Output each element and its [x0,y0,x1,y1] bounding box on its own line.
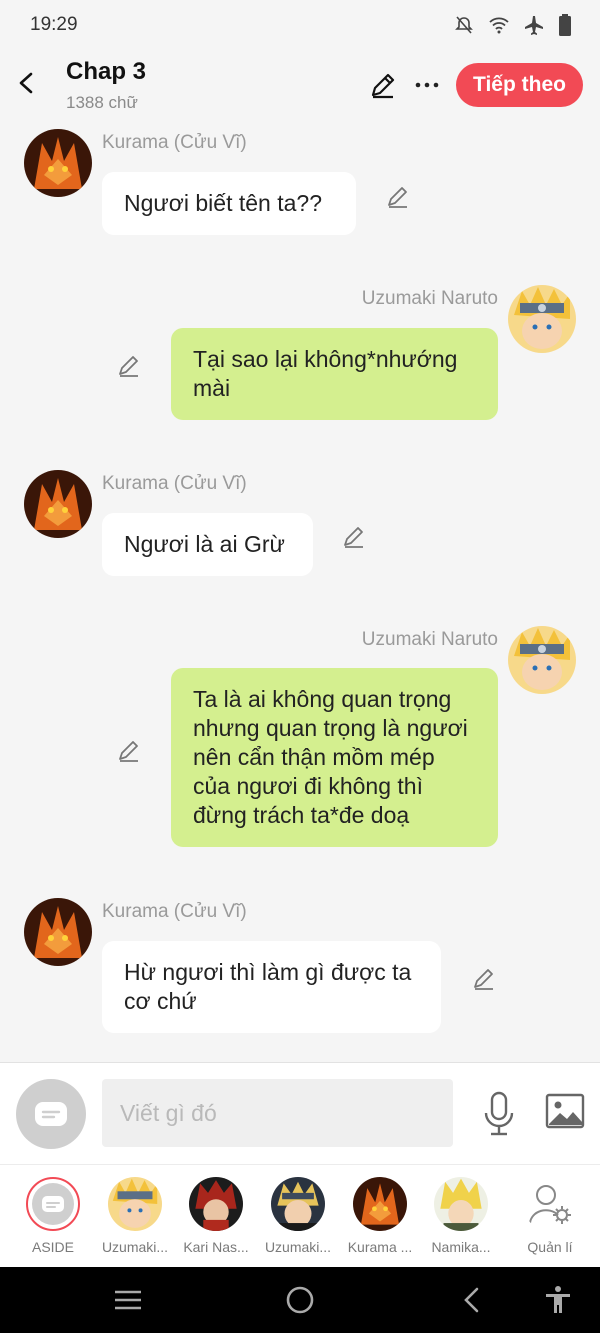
accessibility-icon [546,1286,570,1313]
image-upload-button[interactable] [545,1093,585,1133]
system-navigation-bar [0,1267,600,1333]
accessibility-button[interactable] [543,1285,573,1315]
character-bar: ASIDE Uzumaki... Kari Nas... Uzumaki... … [0,1164,600,1267]
sender-name: Uzumaki Naruto [361,288,498,309]
home-button[interactable] [285,1285,315,1315]
message-bubble[interactable]: Tại sao lại không*nhướng mài [171,328,498,420]
airplane-icon [525,16,543,35]
naruto-avatar [108,1177,162,1231]
battery-icon [559,14,571,36]
sender-name: Uzumaki Naruto [361,629,498,650]
microphone-button[interactable] [480,1091,518,1137]
character-label: Quản lí [527,1239,573,1255]
sender-name: Kurama (Cửu Vĩ) [102,132,247,153]
status-icons [454,14,572,36]
character-label: Uzumaki... [264,1239,332,1255]
character-label: ASIDE [31,1239,74,1255]
status-bar: 19:29 [0,0,600,48]
character-minato[interactable]: Namika... [421,1177,501,1255]
chat-area[interactable]: Kurama (Cửu Vĩ) Ngươi biết tên ta?? Uzum… [0,120,600,1062]
chevron-left-icon [19,72,33,94]
next-chapter-button[interactable]: Tiếp theo [456,63,583,107]
manage-icon [523,1177,577,1231]
naruto-avatar[interactable] [508,285,576,353]
kurama-avatar[interactable] [24,898,92,966]
character-label: Kurama ... [347,1239,413,1255]
kurama-avatar[interactable] [24,470,92,538]
image-icon [545,1093,585,1129]
kurama-avatar[interactable] [24,129,92,197]
sender-name: Kurama (Cửu Vĩ) [102,901,247,922]
kari-avatar [189,1177,243,1231]
more-dots-icon [415,82,439,88]
edit-message-button[interactable] [116,353,142,379]
edit-chapter-button[interactable] [368,70,398,100]
pencil-icon [119,356,138,377]
pencil-icon [474,969,493,990]
menu-lines-icon [115,1290,141,1310]
status-time: 19:29 [30,14,78,35]
message-bubble[interactable]: Ngươi là ai Grừ [102,513,313,576]
bell-off-icon [455,16,473,34]
character-kurama[interactable]: Kurama ... [340,1177,420,1255]
back-button[interactable] [12,66,42,100]
chapter-title: Chap 3 [66,58,147,85]
character-label: Kari Nas... [183,1239,249,1255]
more-options-button[interactable] [412,70,442,100]
character-label: Uzumaki... [101,1239,169,1255]
manage-characters-button[interactable]: Quản lí [510,1177,590,1255]
character-label: Namika... [431,1239,491,1255]
edit-message-button[interactable] [471,966,497,992]
edit-message-button[interactable] [341,524,367,550]
home-circle-icon [286,1286,314,1314]
wifi-icon [489,17,509,34]
pencil-icon [344,527,363,548]
system-back-button[interactable] [458,1285,488,1315]
pencil-icon [388,187,407,208]
aside-icon [26,1177,80,1231]
character-kari[interactable]: Kari Nas... [176,1177,256,1255]
character-naruto[interactable]: Uzumaki... [95,1177,175,1255]
back-arrow-icon [464,1287,479,1313]
character-aside[interactable]: ASIDE [13,1177,93,1255]
message-bubble[interactable]: Hừ ngươi thì làm gì được ta cơ chứ [102,941,441,1033]
message-icon [35,1102,67,1126]
message-bubble[interactable]: Ngươi biết tên ta?? [102,172,356,235]
naruto-avatar[interactable] [508,626,576,694]
word-count: 1388 chữ [66,93,138,112]
boruto-avatar [271,1177,325,1231]
edit-message-button[interactable] [116,738,142,764]
microphone-icon [484,1091,514,1136]
pencil-icon [119,741,138,762]
chapter-header: Chap 3 1388 chữ Tiếp theo [0,48,600,120]
recent-apps-button[interactable] [113,1285,143,1315]
minato-avatar [434,1177,488,1231]
composer-bar [0,1062,600,1164]
aside-button[interactable] [16,1079,86,1149]
pencil-icon [371,73,395,99]
sender-name: Kurama (Cửu Vĩ) [102,473,247,494]
message-input[interactable] [102,1079,453,1147]
edit-message-button[interactable] [385,184,411,210]
character-boruto[interactable]: Uzumaki... [258,1177,338,1255]
message-bubble[interactable]: Ta là ai không quan trọng nhưng quan trọ… [171,668,498,847]
kurama-avatar [353,1177,407,1231]
